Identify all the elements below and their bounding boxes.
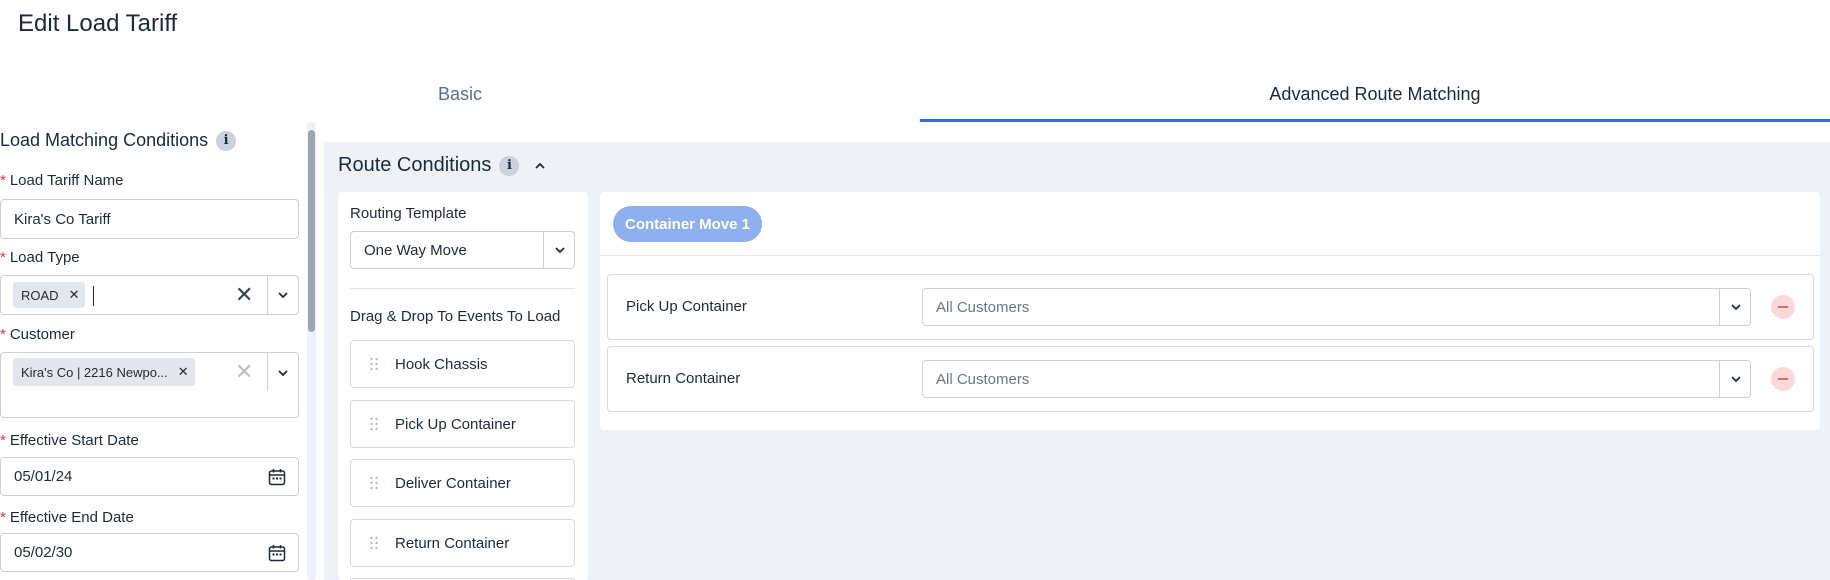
chevron-down-icon[interactable] [276, 288, 290, 302]
calendar-icon[interactable] [268, 468, 286, 486]
route-conditions-title-text: Route Conditions [338, 154, 492, 176]
chevron-down-icon[interactable] [553, 243, 567, 257]
required-marker: * [0, 172, 6, 189]
clear-icon[interactable]: ✕ [235, 359, 253, 385]
chip-remove-icon[interactable]: ✕ [69, 287, 80, 303]
tab-advanced-route-matching[interactable]: Advanced Route Matching [920, 66, 1830, 122]
left-panel-scrollbar[interactable] [307, 122, 316, 580]
dropdown-separator [1719, 289, 1720, 325]
event-return-container[interactable]: Return Container [350, 519, 575, 567]
required-marker: * [0, 432, 6, 449]
tariff-name-label: * Load Tariff Name [0, 172, 124, 189]
dropdown-separator [267, 353, 268, 391]
calendar-icon[interactable] [268, 544, 286, 562]
start-date-input[interactable]: 05/01/24 [0, 457, 299, 496]
drag-handle-icon[interactable] [369, 476, 379, 490]
chevron-down-icon[interactable] [1729, 372, 1743, 386]
event-hook-chassis[interactable]: Hook Chassis [350, 340, 575, 388]
route-conditions-title: Route Conditions i [338, 154, 547, 177]
remove-condition-button[interactable] [1771, 295, 1795, 319]
info-icon[interactable]: i [499, 155, 520, 176]
start-date-value: 05/01/24 [14, 468, 73, 485]
load-matching-title-text: Load Matching Conditions [0, 130, 209, 150]
remove-condition-button[interactable] [1771, 367, 1795, 391]
load-type-chip: ROAD ✕ [13, 282, 86, 308]
page-title: Edit Load Tariff [18, 10, 178, 37]
template-divider [350, 288, 575, 289]
move-divider [600, 255, 1820, 256]
minus-icon [1778, 306, 1788, 308]
condition-label-pick-up: Pick Up Container [626, 298, 747, 315]
event-deliver-container[interactable]: Deliver Container [350, 459, 575, 507]
tab-bar: Basic Advanced Route Matching [0, 66, 1830, 122]
text-cursor [93, 286, 94, 306]
chevron-up-icon[interactable] [533, 159, 547, 173]
drag-handle-icon[interactable] [369, 536, 379, 550]
chevron-down-icon[interactable] [1729, 300, 1743, 314]
tariff-name-input[interactable]: Kira's Co Tariff [0, 199, 299, 239]
end-date-label: * Effective End Date [0, 509, 134, 526]
drag-handle-icon[interactable] [369, 357, 379, 371]
chevron-down-icon[interactable] [276, 366, 290, 380]
container-move-pill[interactable]: Container Move 1 [613, 206, 763, 242]
clear-icon[interactable]: ✕ [235, 282, 253, 308]
required-marker: * [0, 509, 6, 526]
drag-drop-label: Drag & Drop To Events To Load [350, 308, 561, 325]
dropdown-separator [543, 232, 544, 268]
load-type-chip-label: ROAD [21, 287, 59, 303]
load-type-select[interactable]: ROAD ✕ ✕ [0, 275, 299, 315]
customer-label: * Customer [0, 326, 75, 343]
event-pick-up-container[interactable]: Pick Up Container [350, 400, 575, 448]
required-marker: * [0, 249, 6, 266]
return-customer-select[interactable]: All Customers [922, 360, 1751, 398]
customer-chip: Kira's Co | 2216 Newpo... ✕ [13, 358, 195, 386]
start-date-label: * Effective Start Date [0, 432, 139, 449]
pick-up-customer-value: All Customers [936, 298, 1030, 316]
required-marker: * [0, 326, 6, 343]
condition-label-return: Return Container [626, 370, 741, 387]
info-icon[interactable]: i [216, 130, 237, 151]
event-label: Deliver Container [395, 474, 511, 492]
dropdown-separator [1719, 361, 1720, 397]
routing-template-value: One Way Move [364, 241, 467, 259]
scroll-thumb[interactable] [308, 130, 315, 332]
load-matching-title: Load Matching Conditions i [0, 130, 237, 151]
tariff-name-label-text: Load Tariff Name [9, 172, 124, 189]
start-date-label-text: Effective Start Date [9, 432, 139, 449]
chip-remove-icon[interactable]: ✕ [178, 364, 189, 380]
load-type-label: * Load Type [0, 249, 80, 266]
tab-basic[interactable]: Basic [0, 66, 920, 122]
event-label: Pick Up Container [395, 415, 516, 433]
return-customer-value: All Customers [936, 370, 1030, 388]
customer-label-text: Customer [9, 326, 75, 343]
drag-handle-icon[interactable] [369, 417, 379, 431]
routing-template-select[interactable]: One Way Move [350, 231, 575, 269]
event-label: Hook Chassis [395, 355, 488, 373]
end-date-label-text: Effective End Date [9, 509, 134, 526]
load-type-label-text: Load Type [9, 249, 80, 266]
pick-up-customer-select[interactable]: All Customers [922, 288, 1751, 326]
customer-select[interactable]: Kira's Co | 2216 Newpo... ✕ ✕ [0, 352, 299, 418]
end-date-value: 05/02/30 [14, 544, 73, 561]
customer-chip-label: Kira's Co | 2216 Newpo... [21, 364, 168, 380]
minus-icon [1778, 378, 1788, 380]
end-date-input[interactable]: 05/02/30 [0, 533, 299, 572]
routing-template-label: Routing Template [350, 205, 467, 222]
dropdown-separator [267, 276, 268, 314]
tariff-name-value: Kira's Co Tariff [14, 210, 111, 228]
event-label: Return Container [395, 534, 510, 552]
